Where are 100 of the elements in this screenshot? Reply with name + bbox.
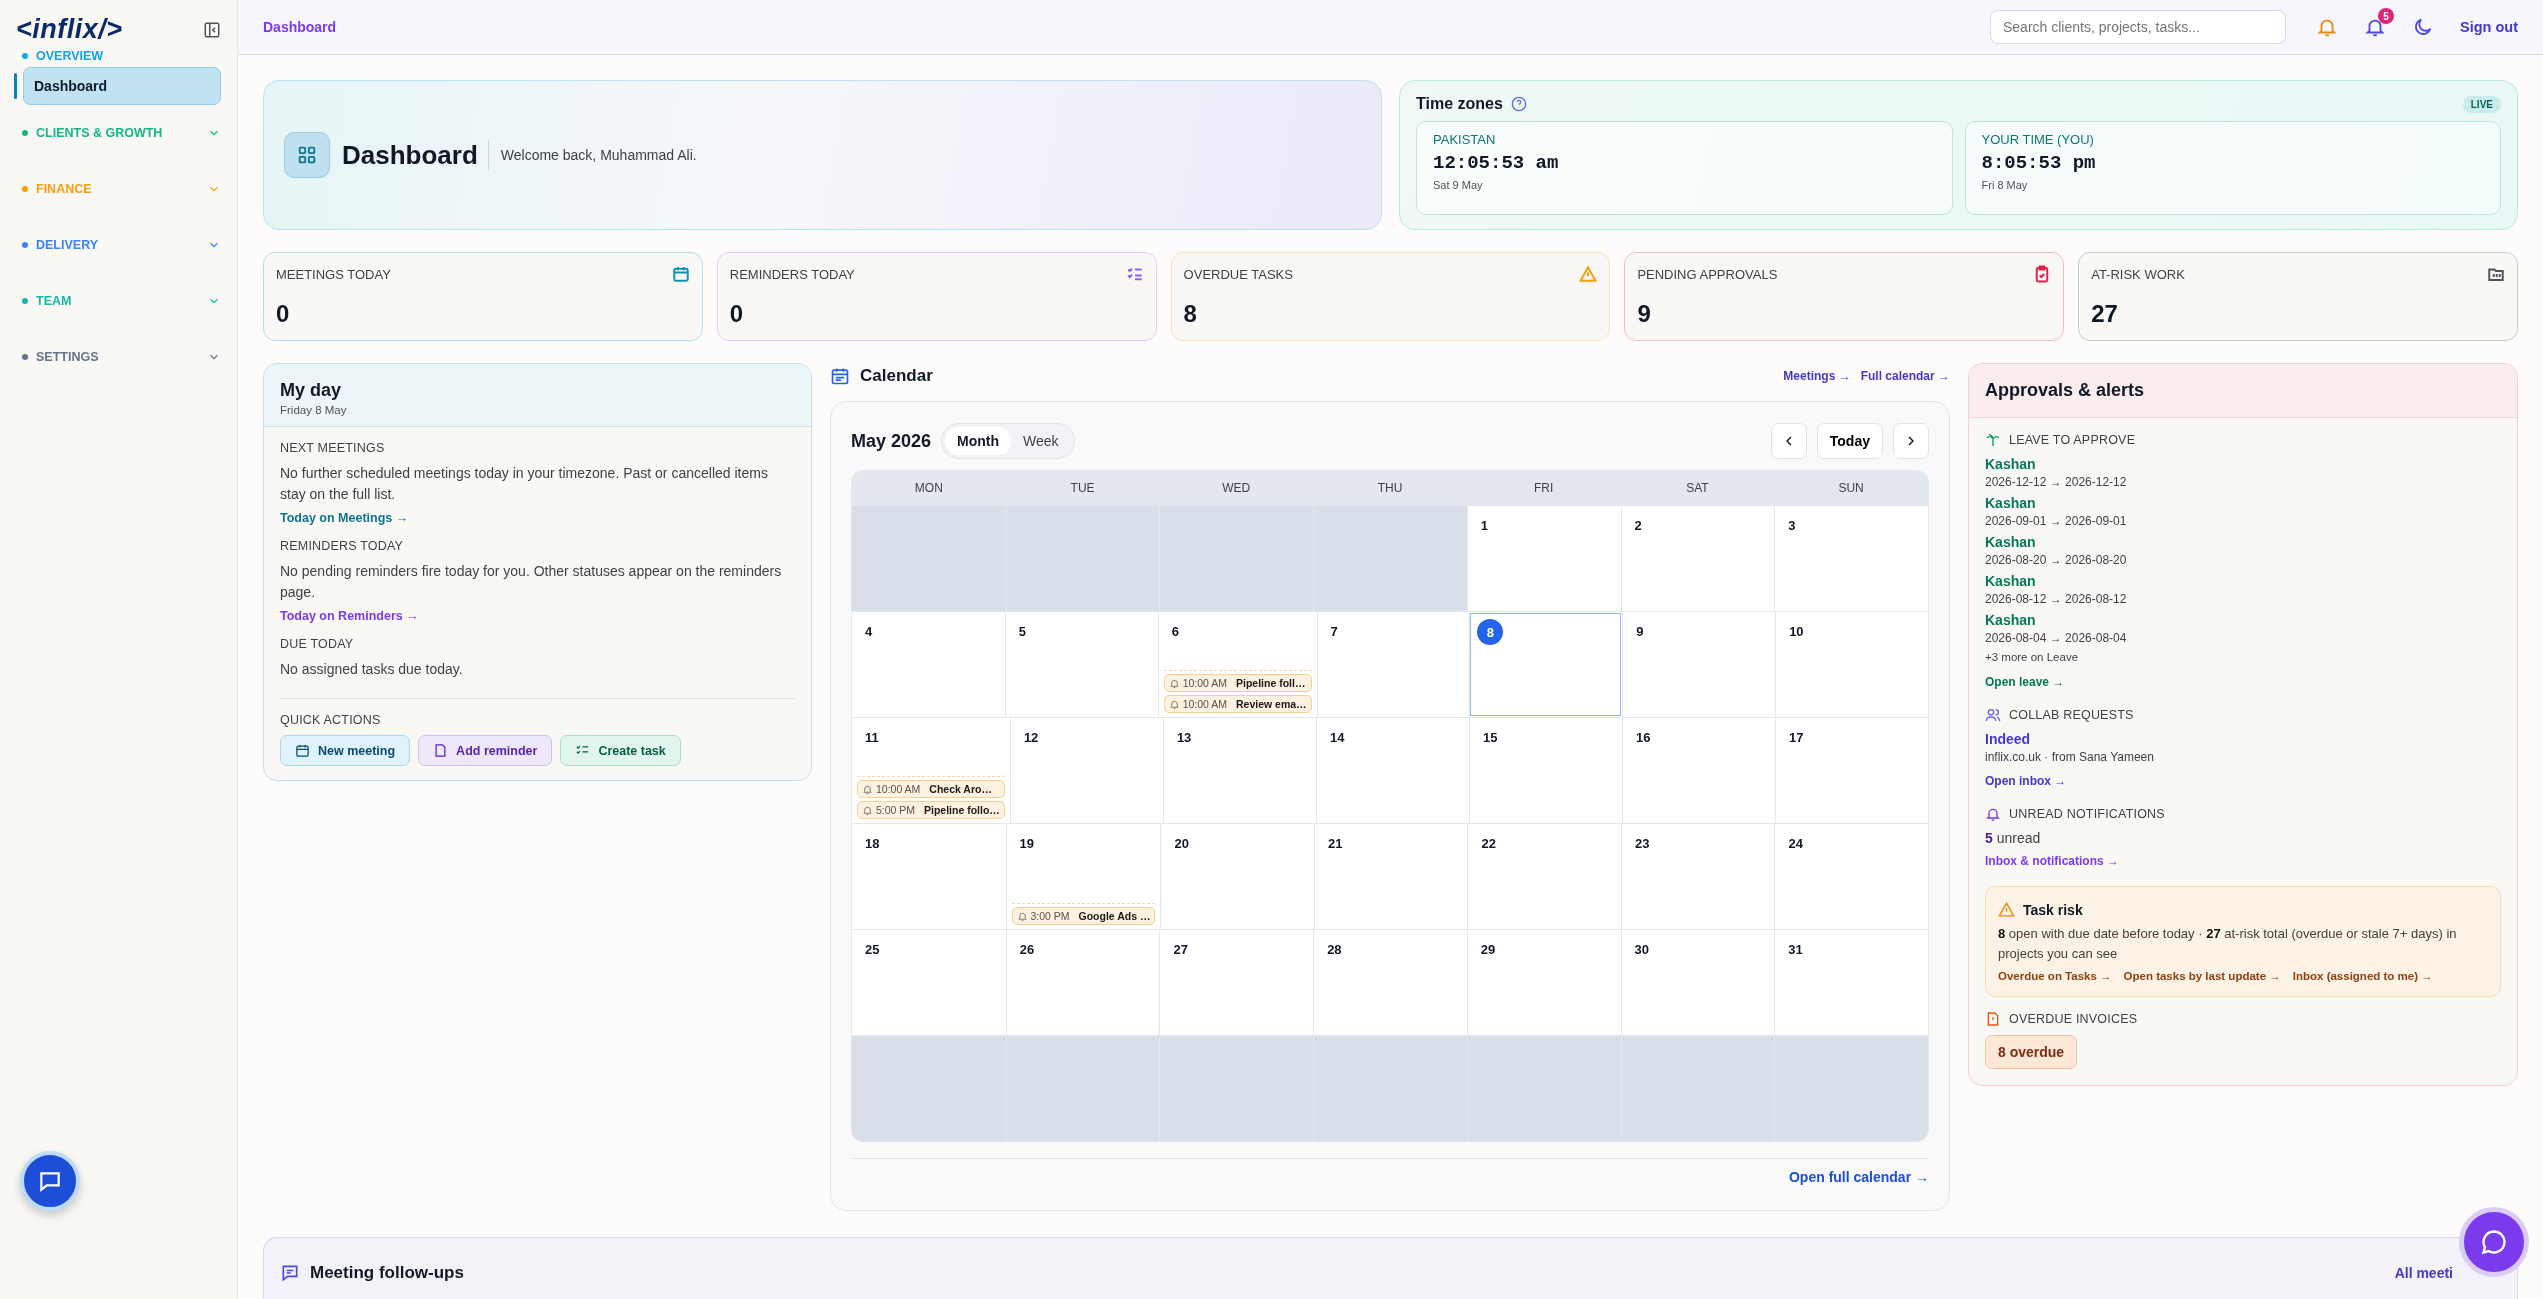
day-cell[interactable]	[1005, 506, 1160, 611]
collab-name[interactable]: Indeed	[1985, 731, 2031, 747]
day-cell[interactable]: 16	[1621, 718, 1775, 823]
day-cell[interactable]	[1313, 506, 1467, 611]
day-cell[interactable]: 20	[1160, 824, 1314, 929]
day-cell[interactable]: 3	[1774, 506, 1928, 611]
day-cell[interactable]	[1620, 1036, 1775, 1141]
day-cell[interactable]: 15	[1468, 718, 1622, 823]
day-cell[interactable]: 14	[1315, 718, 1469, 823]
day-cell[interactable]: 5	[1004, 612, 1158, 717]
leave-name[interactable]: Kashan	[1985, 456, 2127, 472]
stat-value: 0	[276, 300, 291, 328]
day-cell[interactable]: 28	[1313, 930, 1467, 1035]
day-cell[interactable]	[1159, 1036, 1314, 1141]
day-cell[interactable]	[1005, 1036, 1160, 1141]
day-number: 27	[1173, 942, 1188, 957]
day-cell[interactable]: 11 10:00 AM Check Aro… 5:00 PM Pipeline follo…	[852, 718, 1010, 823]
calendar-event[interactable]: 5:00 PM Pipeline follo…	[857, 801, 1005, 819]
day-cell[interactable]: 24	[1774, 824, 1928, 929]
day-cell[interactable]: 13	[1162, 718, 1316, 823]
day-cell[interactable]: 12	[1009, 718, 1163, 823]
day-cell[interactable]: 9	[1622, 612, 1776, 717]
leave-name[interactable]: Kashan	[1985, 612, 2127, 628]
collapse-sidebar-icon[interactable]	[203, 20, 221, 39]
day-cell[interactable]: 27	[1159, 930, 1314, 1035]
day-cell[interactable]: 2	[1620, 506, 1775, 611]
day-cell[interactable]: 4	[852, 612, 1005, 717]
calendar-link[interactable]: Meetings →	[1783, 369, 1851, 383]
quick-action-button[interactable]: Create task	[560, 735, 681, 766]
sign-out-link[interactable]: Sign out	[2460, 19, 2518, 35]
day-cell[interactable]	[1313, 1036, 1467, 1141]
section-link[interactable]: Today on Meetings →	[280, 511, 795, 525]
today-button[interactable]: Today	[1816, 423, 1883, 459]
day-cell[interactable]	[1774, 1036, 1928, 1141]
day-number: 11	[865, 730, 879, 745]
calendar-event[interactable]: 10:00 AM Pipeline foll…	[1163, 674, 1312, 692]
leave-name[interactable]: Kashan	[1985, 573, 2127, 589]
day-cell[interactable]	[1159, 506, 1314, 611]
nav-item[interactable]: Dashboard	[23, 67, 221, 105]
leave-dates: 2026-08-04 → 2026-08-04	[1985, 631, 2127, 645]
moon-icon[interactable]	[2412, 16, 2434, 38]
previous-button[interactable]	[1770, 423, 1807, 459]
notifications-link[interactable]: Inbox & notifications →	[1985, 854, 2119, 868]
search-field[interactable]: Search clients, projects, tasks...	[1990, 10, 2286, 44]
task-link[interactable]: Inbox (assigned to me) →	[2292, 970, 2433, 983]
day-cell[interactable]: 17	[1774, 718, 1928, 823]
all-meetings-link[interactable]: All meeti	[2394, 1265, 2453, 1281]
calendar-event[interactable]: 3:00 PM Google Ads …	[1011, 907, 1156, 925]
day-number: 9	[1636, 624, 1644, 639]
palm-tree-icon	[1985, 432, 2001, 448]
day-cell[interactable]	[852, 506, 1006, 611]
task-link[interactable]: Open tasks by last update →	[2123, 970, 2281, 983]
day-cell[interactable]	[1466, 1036, 1621, 1141]
day-cell[interactable]: 23	[1621, 824, 1775, 929]
logo[interactable]: <inflix/>	[16, 14, 123, 45]
day-cell[interactable]	[852, 1036, 1006, 1141]
breadcrumb[interactable]: Dashboard	[263, 19, 337, 35]
day-cell[interactable]: 26	[1005, 930, 1160, 1035]
day-cell[interactable]: 31	[1774, 930, 1928, 1035]
calendar-event[interactable]: 10:00 AM Check Aro…	[857, 780, 1005, 798]
open-inbox-link[interactable]: Open inbox →	[1985, 774, 2067, 788]
day-number: 28	[1327, 942, 1342, 957]
quick-action-button[interactable]: Add reminder	[418, 735, 553, 766]
view-tab[interactable]: Month	[945, 427, 1012, 455]
card-date: Friday 8 May	[280, 404, 348, 416]
next-button[interactable]	[1893, 423, 1929, 459]
day-cell[interactable]: 7	[1316, 612, 1470, 717]
section-title: Calendar	[860, 366, 933, 386]
day-cell[interactable]: 25	[852, 930, 1006, 1035]
day-cell[interactable]: 18	[852, 824, 1006, 929]
help-icon[interactable]	[1510, 96, 1527, 112]
nav-section[interactable]: SETTINGS	[16, 329, 221, 385]
weekday-label: MON	[913, 481, 944, 495]
leave-name[interactable]: Kashan	[1985, 534, 2127, 550]
day-number: 12	[1023, 730, 1039, 745]
day-cell[interactable]: 10	[1775, 612, 1928, 717]
day-cell[interactable]: 6 10:00 AM Pipeline foll… 10:00 AM Review ema…	[1157, 612, 1317, 717]
day-cell[interactable]: 1	[1466, 506, 1621, 611]
overdue-invoices-badge[interactable]: 8 overdue	[1985, 1035, 2078, 1070]
quick-action-button[interactable]: New meeting	[280, 735, 411, 766]
open-calendar-link[interactable]: Open full calendar →	[1788, 1169, 1929, 1185]
calendar-link[interactable]: Full calendar →	[1860, 369, 1950, 383]
day-cell[interactable]: 21	[1314, 824, 1468, 929]
day-cell[interactable]: 22	[1467, 824, 1621, 929]
view-tab[interactable]: Week	[1011, 427, 1071, 455]
section-link[interactable]: Today on Reminders →	[280, 609, 795, 623]
day-cell[interactable]: 8	[1469, 612, 1623, 717]
task-link[interactable]: Overdue on Tasks →	[1998, 970, 2112, 983]
day-cell[interactable]: 29	[1466, 930, 1621, 1035]
day-cell[interactable]: 19 3:00 PM Google Ads …	[1005, 824, 1161, 929]
card-title: Time zones	[1416, 95, 1503, 113]
bell-icon	[862, 783, 873, 795]
chat-button[interactable]	[20, 1151, 80, 1211]
day-number: 29	[1480, 942, 1496, 957]
day-cell[interactable]: 30	[1620, 930, 1775, 1035]
leave-name[interactable]: Kashan	[1985, 495, 2127, 511]
stat-value: 8	[1183, 300, 1198, 328]
open-leave-link[interactable]: Open leave →	[1985, 675, 2065, 689]
day-number: 25	[865, 942, 880, 957]
calendar-event[interactable]: 10:00 AM Review ema…	[1163, 695, 1312, 713]
